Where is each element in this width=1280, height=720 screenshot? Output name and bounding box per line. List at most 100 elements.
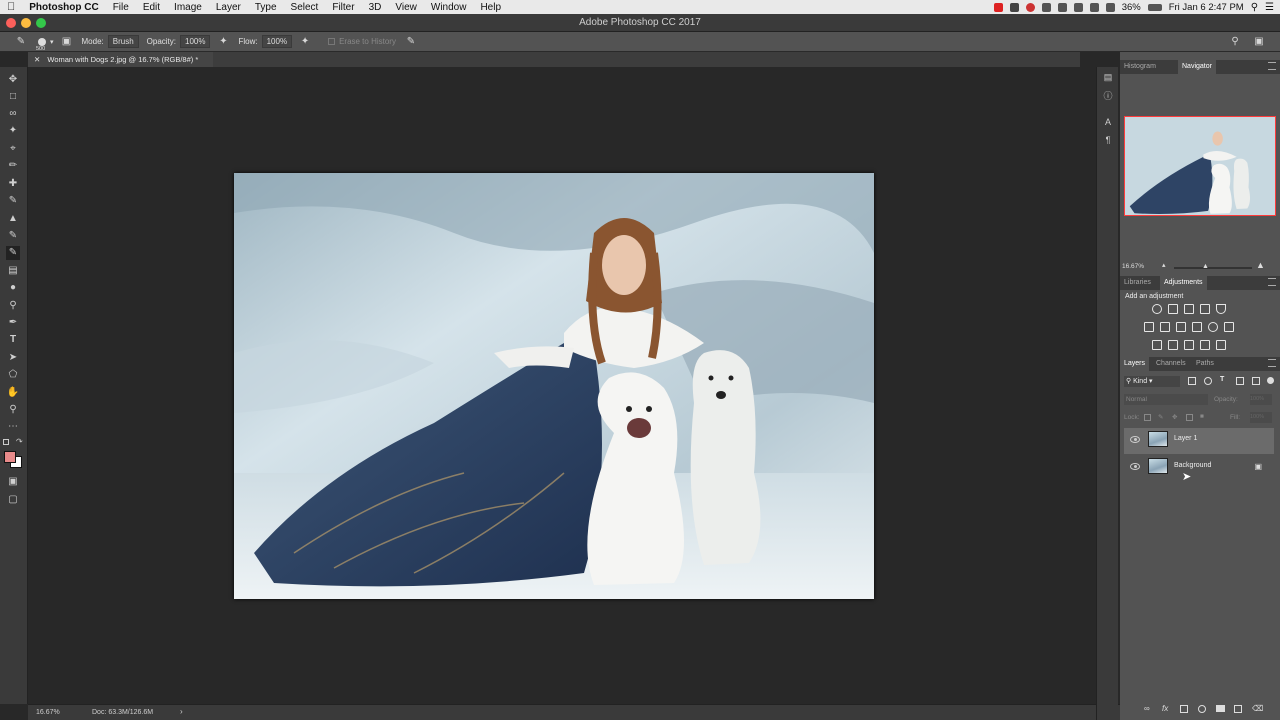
volume-icon[interactable]	[1073, 2, 1083, 12]
curves-icon[interactable]	[1184, 304, 1194, 314]
eraser-tool-icon[interactable]: ✎	[6, 246, 20, 260]
shape-filter-icon[interactable]	[1236, 377, 1244, 385]
layer-row-layer-1[interactable]: Layer 1	[1124, 428, 1274, 454]
hand-tool-icon[interactable]: ✋	[6, 386, 20, 400]
layer-lock-icon[interactable]: ▣	[1254, 462, 1262, 471]
quick-mask-icon[interactable]: ▣	[6, 475, 20, 489]
menu-edit[interactable]: Edit	[136, 2, 167, 13]
brush-size-picker[interactable]: 500 ▾	[36, 37, 54, 52]
blend-mode-select[interactable]: Normal	[1124, 394, 1208, 405]
new-group-icon[interactable]	[1216, 705, 1225, 712]
adjustment-filter-icon[interactable]	[1204, 377, 1212, 385]
clock[interactable]: Fri Jan 6 2:47 PM	[1169, 2, 1244, 13]
default-colors-icon[interactable]	[3, 439, 9, 445]
dropbox-icon[interactable]	[1009, 2, 1019, 12]
menu-filter[interactable]: Filter	[325, 2, 361, 13]
eyedropper-tool-icon[interactable]: ✏	[6, 159, 20, 173]
zoom-out-icon[interactable]: ▴	[1162, 261, 1166, 269]
layer-name[interactable]: Layer 1	[1174, 435, 1197, 442]
layer-style-icon[interactable]: fx	[1162, 704, 1168, 713]
pressure-opacity-icon[interactable]: ✦	[216, 35, 230, 49]
history-brush-tool-icon[interactable]: ✎	[6, 229, 20, 243]
menu-select[interactable]: Select	[284, 2, 326, 13]
menu-type[interactable]: Type	[248, 2, 284, 13]
status-menu-arrow-icon[interactable]: ›	[180, 707, 183, 716]
visibility-eye-icon[interactable]	[1130, 436, 1140, 443]
eraser-tool-preset-icon[interactable]: ✎	[14, 35, 28, 49]
lock-all-icon[interactable]: ■	[1200, 413, 1204, 420]
app-menu[interactable]: Photoshop CC	[22, 2, 105, 13]
wifi-icon[interactable]	[1105, 2, 1115, 12]
apple-icon[interactable]: 	[0, 1, 22, 13]
menu-help[interactable]: Help	[473, 2, 508, 13]
menu-layer[interactable]: Layer	[209, 2, 248, 13]
filter-toggle[interactable]	[1267, 377, 1274, 384]
close-document-icon[interactable]: ✕	[34, 55, 40, 64]
exposure-icon[interactable]	[1200, 304, 1210, 314]
shape-tool-icon[interactable]: ⬠	[6, 368, 20, 382]
airbrush-icon[interactable]: ✦	[298, 35, 312, 49]
tray-app-icon[interactable]	[993, 2, 1003, 12]
posterize-icon[interactable]	[1168, 340, 1178, 350]
type-filter-icon[interactable]: T	[1220, 376, 1224, 383]
gradient-tool-icon[interactable]: ▤	[6, 264, 20, 278]
tab-channels[interactable]: Channels	[1152, 357, 1190, 371]
layer-row-background[interactable]: Background ▣	[1124, 455, 1274, 481]
notification-center-icon[interactable]: ☰	[1265, 2, 1274, 13]
invert-icon[interactable]	[1152, 340, 1162, 350]
lock-image-icon[interactable]: ✎	[1158, 413, 1163, 421]
opacity-input[interactable]: 100%	[180, 35, 211, 48]
threshold-icon[interactable]	[1184, 340, 1194, 350]
lock-position-icon[interactable]: ✥	[1172, 413, 1177, 421]
brightness-contrast-icon[interactable]	[1152, 304, 1162, 314]
canvas-area[interactable]	[28, 67, 1080, 704]
tab-paths[interactable]: Paths	[1192, 357, 1218, 371]
photo-filter-icon[interactable]	[1192, 322, 1202, 332]
zoom-window-button[interactable]	[36, 18, 46, 28]
gradient-map-icon[interactable]	[1200, 340, 1210, 350]
new-adjustment-layer-icon[interactable]	[1198, 705, 1206, 713]
lock-transparent-icon[interactable]	[1144, 414, 1151, 421]
crop-tool-icon[interactable]: ⌖	[6, 142, 20, 156]
mode-select[interactable]: Brush	[107, 35, 139, 48]
pen-tool-icon[interactable]: ✒	[6, 316, 20, 330]
navigator-menu-icon[interactable]	[1268, 62, 1276, 70]
swap-colors-icon[interactable]: ↷	[16, 437, 23, 446]
battery-icon[interactable]	[1147, 3, 1162, 11]
adjustments-menu-icon[interactable]	[1268, 278, 1276, 286]
visibility-eye-icon[interactable]	[1130, 463, 1140, 470]
selective-color-icon[interactable]	[1216, 340, 1226, 350]
edit-toolbar-icon[interactable]: ⋯	[6, 420, 20, 434]
marquee-tool-icon[interactable]: □	[6, 90, 20, 104]
document-tab[interactable]: ✕ Woman with Dogs 2.jpg @ 16.7% (RGB/8#)…	[28, 52, 213, 67]
layers-menu-icon[interactable]	[1268, 359, 1276, 367]
navigator-zoom-slider[interactable]: ▲	[1174, 263, 1252, 270]
flow-input[interactable]: 100%	[261, 35, 293, 48]
filter-kind-select[interactable]: ⚲ Kind ▾	[1124, 376, 1180, 387]
navigator-zoom-value[interactable]: 16.67%	[1122, 263, 1144, 270]
menu-file[interactable]: File	[106, 2, 136, 13]
pressure-size-icon[interactable]: ✎	[404, 35, 418, 49]
erase-to-history-checkbox[interactable]	[328, 38, 336, 45]
menu-image[interactable]: Image	[167, 2, 209, 13]
blur-tool-icon[interactable]: ●	[6, 281, 20, 295]
history-panel-icon[interactable]: ▤	[1102, 71, 1114, 83]
dodge-tool-icon[interactable]: ⚲	[6, 299, 20, 313]
new-layer-icon[interactable]	[1234, 705, 1242, 713]
shield-icon[interactable]	[1041, 2, 1051, 12]
document-image[interactable]	[234, 173, 874, 599]
character-panel-icon[interactable]: A	[1102, 116, 1114, 128]
channel-mixer-icon[interactable]	[1208, 322, 1218, 332]
minimize-window-button[interactable]	[21, 18, 31, 28]
magic-wand-tool-icon[interactable]: ✦	[6, 124, 20, 138]
paragraph-panel-icon[interactable]: ¶	[1102, 134, 1114, 146]
color-balance-icon[interactable]	[1160, 322, 1170, 332]
lock-artboard-icon[interactable]	[1186, 414, 1193, 421]
airplay-icon[interactable]	[1057, 2, 1067, 12]
black-white-icon[interactable]	[1176, 322, 1186, 332]
info-panel-icon[interactable]: ⓘ	[1102, 90, 1114, 102]
chrome-icon[interactable]	[1025, 2, 1035, 12]
layer-mask-icon[interactable]	[1180, 705, 1188, 713]
clone-stamp-tool-icon[interactable]: ▲	[6, 212, 20, 226]
link-layers-icon[interactable]: ∞	[1144, 704, 1150, 713]
